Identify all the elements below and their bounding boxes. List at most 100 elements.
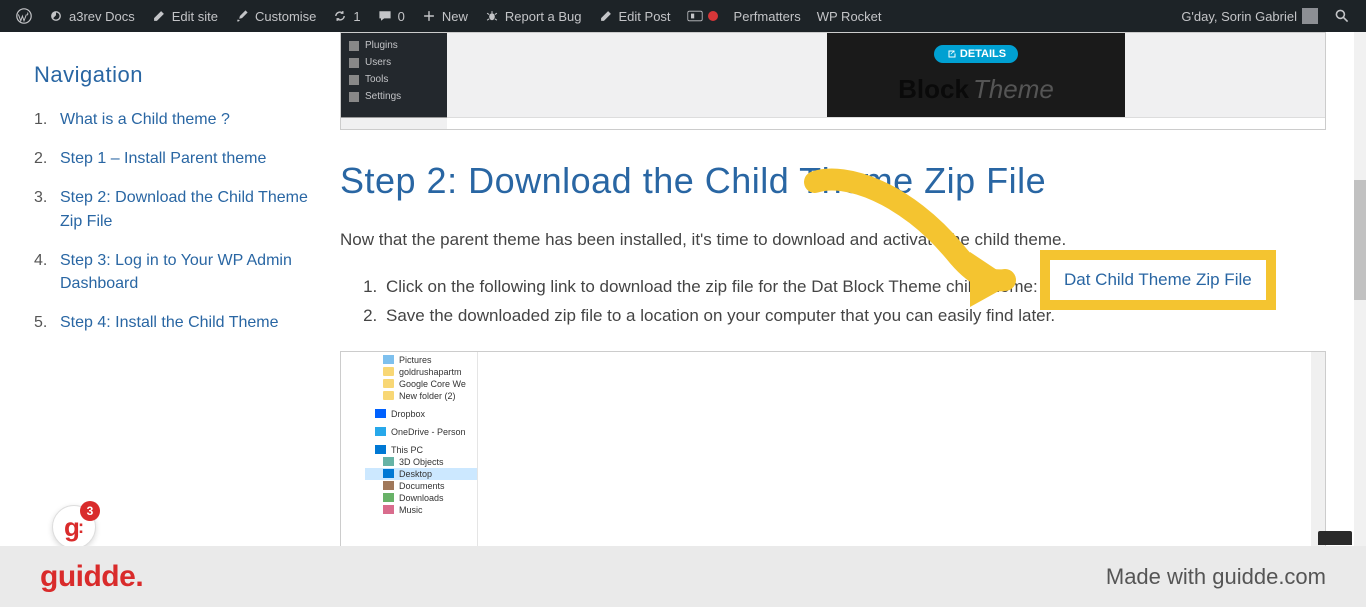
plus-icon — [421, 8, 437, 24]
highlight-box: Dat Child Theme Zip File — [1040, 250, 1276, 310]
customise-label: Customise — [255, 9, 316, 24]
scroll-to-top[interactable] — [1318, 531, 1352, 545]
fe-scrollbar — [1311, 352, 1325, 546]
report-bug[interactable]: Report a Bug — [476, 0, 590, 32]
fe-item-label: 3D Objects — [399, 457, 444, 467]
content: Plugins Users Tools Settings DETAILS Blo… — [340, 32, 1366, 546]
unknown-toggle[interactable] — [679, 0, 726, 32]
fe-item: New folder (2) — [365, 390, 477, 402]
nav-link-4[interactable]: Step 3: Log in to Your WP Admin Dashboar… — [60, 249, 310, 295]
mock-theme-logo: BlockTheme — [898, 74, 1054, 105]
step-heading: Step 2: Download the Child Theme Zip Fil… — [340, 160, 1326, 202]
wp-logo[interactable] — [8, 0, 40, 32]
greeting-text: G'day, Sorin Gabriel — [1181, 9, 1297, 24]
wp-rocket[interactable]: WP Rocket — [809, 0, 890, 32]
mock-menu-settings: Settings — [341, 88, 447, 105]
dl-icon — [383, 493, 394, 502]
fe-item-label: Documents — [399, 481, 445, 491]
nav-link-5[interactable]: Step 4: Install the Child Theme — [60, 311, 279, 334]
db-icon — [375, 409, 386, 418]
edit-post[interactable]: Edit Post — [590, 0, 679, 32]
nav-item: Step 3: Log in to Your WP Admin Dashboar… — [34, 249, 310, 295]
fe-item-label: This PC — [391, 445, 423, 455]
screenshot-wp-admin: Plugins Users Tools Settings DETAILS Blo… — [340, 32, 1326, 130]
desk-icon — [383, 469, 394, 478]
fe-item: OneDrive - Person — [365, 426, 477, 438]
od-icon — [375, 427, 386, 436]
fe-main-area — [477, 352, 1317, 546]
fe-item-label: Google Core We — [399, 379, 466, 389]
fe-item: Dropbox — [365, 408, 477, 420]
zip-link-highlighted[interactable]: Dat Child Theme Zip File — [1064, 270, 1252, 289]
mock-details-button: DETAILS — [934, 45, 1018, 63]
user-greeting[interactable]: G'day, Sorin Gabriel — [1173, 0, 1326, 32]
nav-link-2[interactable]: Step 1 – Install Parent theme — [60, 147, 266, 170]
guidde-widget[interactable]: g: 3 — [52, 505, 96, 549]
pc-icon — [375, 445, 386, 454]
folder-icon — [383, 379, 394, 388]
tools-icon — [349, 75, 359, 85]
fe-item: Music — [365, 504, 477, 516]
mock-menu-tools: Tools — [341, 71, 447, 88]
edit-site-label: Edit site — [172, 9, 218, 24]
wp-admin-bar: a3rev Docs Edit site Customise 1 0 New R… — [0, 0, 1366, 32]
nav-item: Step 2: Download the Child Theme Zip Fil… — [34, 186, 310, 232]
fe-item: Pictures — [365, 354, 477, 366]
edit-post-label: Edit Post — [619, 9, 671, 24]
search[interactable] — [1326, 0, 1358, 32]
fe-sidebar: Pictures goldrushapartm Google Core WeNew … — [365, 352, 477, 546]
edit-site[interactable]: Edit site — [143, 0, 226, 32]
nav-title: Navigation — [34, 62, 310, 88]
mock-scrollbar — [447, 117, 1325, 129]
nav-link-1[interactable]: What is a Child theme ? — [60, 108, 230, 131]
mock-wp-sidebar: Plugins Users Tools Settings — [341, 33, 447, 117]
mock-center: DETAILS BlockTheme — [447, 33, 1325, 117]
mock-theme-card: DETAILS BlockTheme — [827, 33, 1125, 117]
brush-icon — [234, 8, 250, 24]
fe-item-label: goldrushapartm — [399, 367, 462, 377]
avatar — [1302, 8, 1318, 24]
mus-icon — [383, 505, 394, 514]
fe-item-label: Desktop — [399, 469, 432, 479]
site-name-label: a3rev Docs — [69, 9, 135, 24]
refresh-icon — [332, 8, 348, 24]
plugin-icon — [349, 41, 359, 51]
gauge-icon — [48, 8, 64, 24]
fe-item-label: Music — [399, 505, 423, 515]
perfmatters[interactable]: Perfmatters — [726, 0, 809, 32]
updates-count: 1 — [353, 9, 360, 24]
fe-item-label: OneDrive - Person — [391, 427, 466, 437]
fe-left-gutter — [341, 352, 365, 546]
new-label: New — [442, 9, 468, 24]
folder-icon — [383, 367, 394, 376]
folder-icon — [383, 391, 394, 400]
toggle-icon — [687, 8, 703, 24]
guidde-badge: 3 — [80, 501, 100, 521]
doc-icon — [383, 481, 394, 490]
doc-sidebar: Navigation What is a Child theme ? Step … — [0, 32, 340, 546]
updates[interactable]: 1 — [324, 0, 368, 32]
footer: guidde. Made with guidde.com — [0, 546, 1366, 607]
screenshot-file-explorer: Pictures goldrushapartm Google Core WeNew … — [340, 351, 1326, 546]
fe-item-label: Downloads — [399, 493, 444, 503]
guidde-logo: guidde. — [40, 560, 143, 594]
nav-item: Step 4: Install the Child Theme — [34, 311, 310, 334]
edit-icon — [598, 8, 614, 24]
customise[interactable]: Customise — [226, 0, 324, 32]
fe-item: Google Core We — [365, 378, 477, 390]
mock-scrollbar-2 — [341, 117, 447, 129]
pic-icon — [383, 355, 394, 364]
record-icon — [708, 11, 718, 21]
fe-item-label: Dropbox — [391, 409, 425, 419]
site-name[interactable]: a3rev Docs — [40, 0, 143, 32]
nav-link-3[interactable]: Step 2: Download the Child Theme Zip Fil… — [60, 186, 310, 232]
fe-item: Documents — [365, 480, 477, 492]
made-with-text: Made with guidde.com — [1106, 564, 1326, 590]
new[interactable]: New — [413, 0, 476, 32]
fe-item: 3D Objects — [365, 456, 477, 468]
nav-list: What is a Child theme ? Step 1 – Install… — [34, 108, 310, 334]
page-body: Navigation What is a Child theme ? Step … — [0, 32, 1366, 546]
fe-item-label: Pictures — [399, 355, 432, 365]
search-icon — [1334, 8, 1350, 24]
comments[interactable]: 0 — [369, 0, 413, 32]
